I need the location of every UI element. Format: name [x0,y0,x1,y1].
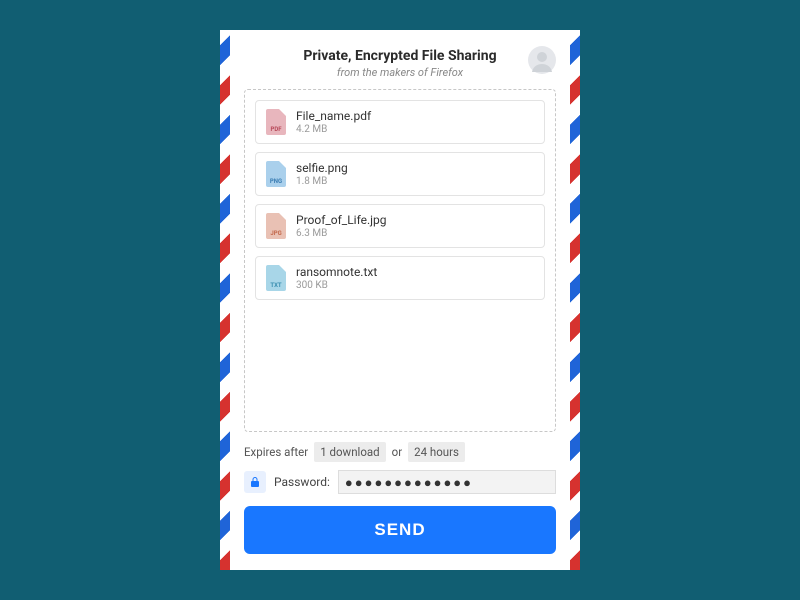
header: Private, Encrypted File Sharing from the… [244,44,556,89]
file-row[interactable]: PDF File_name.pdf4.2 MB [255,100,545,144]
user-icon [528,46,556,74]
expiry-options: Expires after 1 download or 24 hours [244,442,556,462]
file-meta: selfie.png1.8 MB [296,161,348,187]
file-type-icon: PNG [266,161,286,187]
lock-icon [244,471,266,493]
profile-avatar[interactable] [528,46,556,74]
file-type-icon: JPG [266,213,286,239]
file-ext-label: TXT [266,282,286,289]
file-dropzone[interactable]: PDF File_name.pdf4.2 MB PNG selfie.png1.8 M… [244,89,556,432]
file-row[interactable]: TXT ransomnote.txt300 KB [255,256,545,300]
downloads-select[interactable]: 1 download [314,442,385,462]
password-label: Password: [274,475,330,489]
file-ext-label: JPG [266,230,286,237]
expiry-prefix: Expires after [244,445,308,459]
password-row: Password: [244,470,556,494]
airmail-stripe-right [570,30,580,570]
file-row[interactable]: PNG selfie.png1.8 MB [255,152,545,196]
file-ext-label: PNG [266,178,286,185]
page-subtitle: from the makers of Firefox [244,66,556,79]
file-type-icon: PDF [266,109,286,135]
file-ext-label: PDF [266,126,286,133]
send-button[interactable]: SEND [244,506,556,554]
airmail-stripe-left [220,30,230,570]
file-meta: Proof_of_Life.jpg6.3 MB [296,213,387,239]
file-type-icon: TXT [266,265,286,291]
upload-card: Private, Encrypted File Sharing from the… [220,30,580,570]
file-size: 1.8 MB [296,176,348,187]
file-row[interactable]: JPG Proof_of_Life.jpg6.3 MB [255,204,545,248]
file-size: 300 KB [296,280,377,291]
page-title: Private, Encrypted File Sharing [244,48,556,64]
file-size: 4.2 MB [296,124,371,135]
file-meta: ransomnote.txt300 KB [296,265,377,291]
password-input[interactable] [338,470,556,494]
file-name: ransomnote.txt [296,265,377,279]
expiry-separator: or [392,445,402,459]
duration-select[interactable]: 24 hours [408,442,465,462]
file-meta: File_name.pdf4.2 MB [296,109,371,135]
file-size: 6.3 MB [296,228,387,239]
file-name: File_name.pdf [296,109,371,123]
file-name: Proof_of_Life.jpg [296,213,387,227]
file-name: selfie.png [296,161,348,175]
